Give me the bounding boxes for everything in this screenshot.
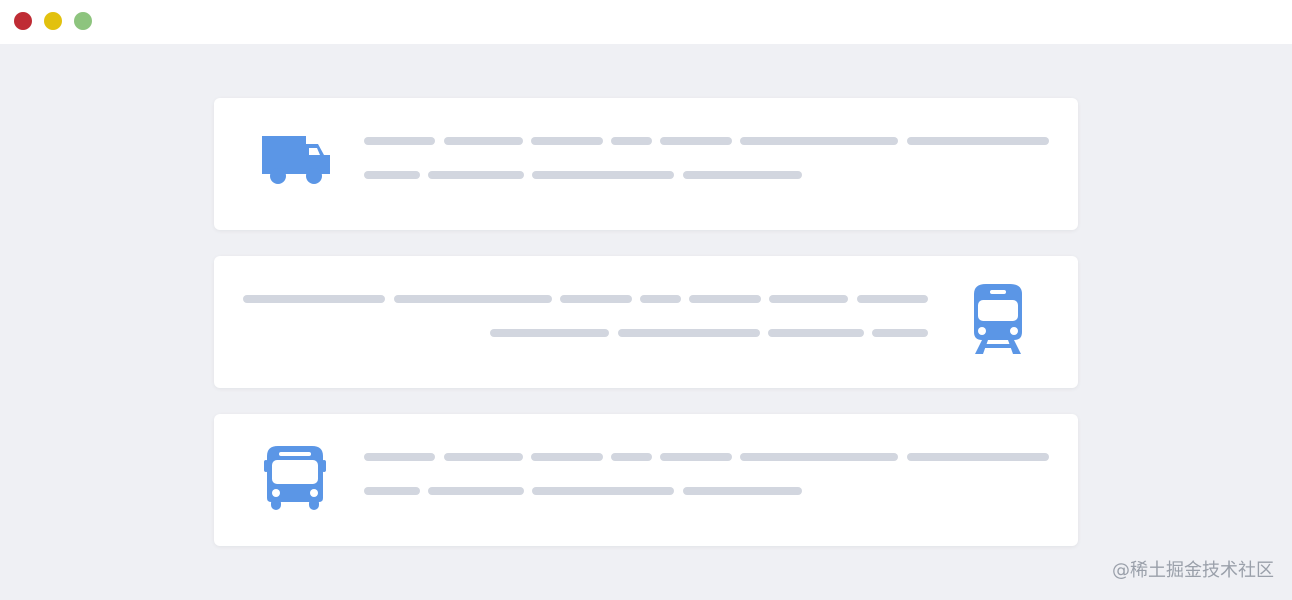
skeleton-bar	[768, 329, 864, 337]
skeleton-bar	[683, 487, 802, 495]
skeleton-bar	[611, 137, 652, 145]
skeleton-bar	[364, 487, 420, 495]
transport-card-truck[interactable]	[214, 98, 1078, 230]
watermark-text: @稀土掘金技术社区	[1112, 560, 1274, 581]
truck-icon	[262, 136, 330, 184]
skeleton-bar	[683, 171, 802, 179]
transport-card-bus[interactable]	[214, 414, 1078, 546]
skeleton-bar	[907, 453, 1049, 461]
transport-card-train[interactable]	[214, 256, 1078, 388]
skeleton-bar	[857, 295, 928, 303]
skeleton-bar	[611, 453, 652, 461]
skeleton-bar	[740, 453, 898, 461]
skeleton-bar	[660, 453, 732, 461]
skeleton-bar	[243, 295, 385, 303]
skeleton-bar	[689, 295, 761, 303]
window-maximize-button[interactable]	[74, 12, 92, 30]
skeleton-bar	[444, 453, 523, 461]
skeleton-bar	[532, 171, 674, 179]
skeleton-bar	[872, 329, 928, 337]
bus-icon	[264, 446, 326, 510]
skeleton-bar	[428, 171, 524, 179]
skeleton-bar	[560, 295, 632, 303]
skeleton-bar	[532, 487, 674, 495]
skeleton-bar	[428, 487, 524, 495]
skeleton-bar	[490, 329, 609, 337]
window-minimize-button[interactable]	[44, 12, 62, 30]
skeleton-bar	[364, 453, 435, 461]
skeleton-bar	[640, 295, 681, 303]
skeleton-bar	[740, 137, 898, 145]
skeleton-bar	[444, 137, 523, 145]
window-close-button[interactable]	[14, 12, 32, 30]
skeleton-bar	[907, 137, 1049, 145]
skeleton-bar	[618, 329, 760, 337]
skeleton-bar	[394, 295, 552, 303]
skeleton-bar	[660, 137, 732, 145]
skeleton-bar	[531, 453, 603, 461]
train-icon	[974, 284, 1022, 354]
skeleton-bar	[364, 171, 420, 179]
skeleton-bar	[769, 295, 848, 303]
skeleton-bar	[364, 137, 435, 145]
window-titlebar	[0, 0, 1292, 44]
skeleton-bar	[531, 137, 603, 145]
